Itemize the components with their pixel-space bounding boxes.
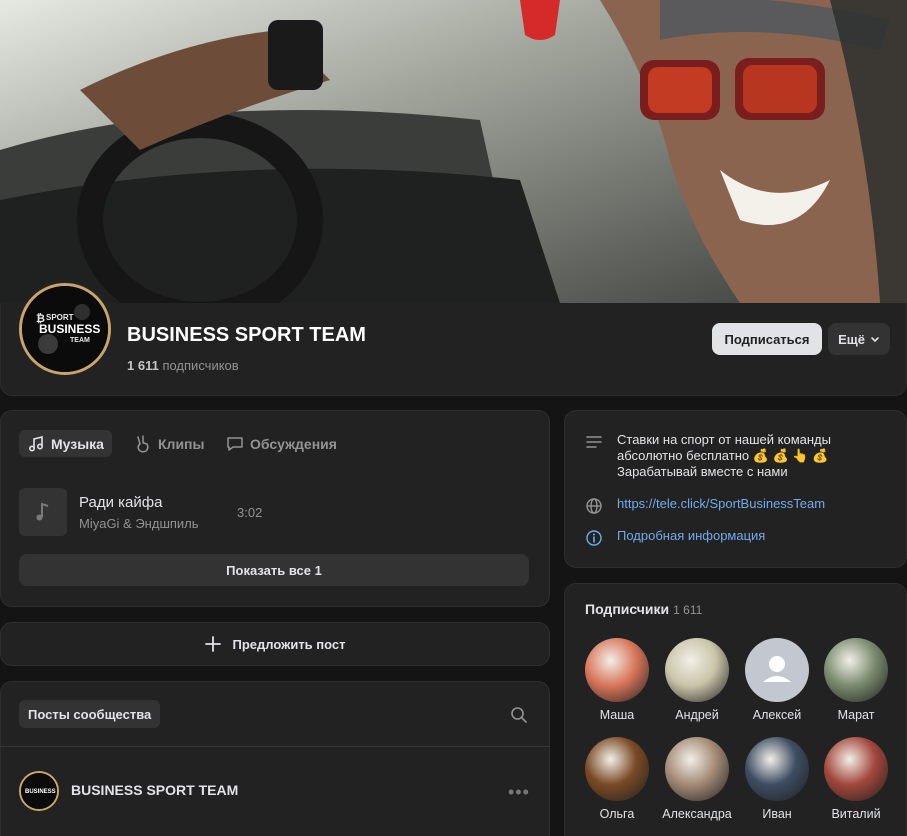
tab-discussions[interactable]: Обсуждения — [218, 430, 345, 457]
subscriber-name: Андрей — [675, 708, 719, 722]
search-icon — [511, 707, 527, 723]
cover-image — [0, 0, 907, 303]
divider — [0, 746, 550, 747]
subscriber-item[interactable]: Андрей — [657, 638, 737, 722]
posts-search-button[interactable] — [510, 706, 528, 729]
external-link[interactable]: https://tele.click/SportBusinessTeam — [617, 496, 825, 512]
track-title[interactable]: Ради кайфа — [79, 494, 162, 511]
plus-icon — [205, 636, 222, 652]
subscriber-item[interactable]: Ольга — [577, 737, 657, 821]
group-logo-icon: ₿ SPORT BUSINESS TEAM — [22, 286, 108, 372]
chat-bubble-icon — [227, 436, 243, 451]
subscriber-item[interactable]: Александра — [657, 737, 737, 821]
subscriber-avatar — [824, 638, 888, 702]
music-note-icon — [28, 435, 44, 452]
more-button[interactable]: Ещё — [828, 323, 890, 355]
subscriber-name: Алексей — [752, 708, 802, 722]
suggest-post-button[interactable]: Предложить пост — [0, 622, 550, 666]
svg-text:SPORT: SPORT — [46, 313, 74, 322]
cover-photo-illustration — [0, 0, 907, 303]
group-logo-icon: BUSINESS — [21, 773, 57, 809]
subscriber-item[interactable]: Маша — [577, 638, 657, 722]
subscriber-avatar — [745, 737, 809, 801]
subscriber-item[interactable]: Иван — [737, 737, 817, 821]
subscriber-avatar — [745, 638, 809, 702]
clips-hand-icon — [137, 434, 149, 453]
show-all-button[interactable]: Показать все 1 — [19, 554, 529, 586]
subscriber-item[interactable]: Алексей — [737, 638, 817, 722]
group-avatar[interactable]: ₿ SPORT BUSINESS TEAM — [19, 283, 111, 375]
globe-icon — [586, 498, 602, 514]
subscriber-name: Маша — [599, 708, 635, 722]
subscriber-name: Марат — [837, 708, 875, 722]
subscriber-avatar — [585, 737, 649, 801]
subscribers-word: подписчиков — [162, 358, 239, 373]
subscriber-name: Иван — [762, 807, 792, 821]
subscriber-avatar — [665, 638, 729, 702]
svg-text:TEAM: TEAM — [70, 337, 90, 344]
tab-discussions-label: Обсуждения — [250, 435, 337, 452]
post-author-name[interactable]: BUSINESS SPORT TEAM — [71, 782, 238, 798]
suggest-post-label: Предложить пост — [232, 636, 346, 652]
post-more-menu-icon[interactable]: ••• — [508, 782, 530, 803]
group-title: BUSINESS SPORT TEAM — [127, 324, 366, 346]
subscribers-count-value: 1 611 — [127, 358, 159, 373]
svg-text:BUSINESS: BUSINESS — [25, 789, 56, 795]
music-note-icon — [36, 502, 49, 521]
info-link-row: https://tele.click/SportBusinessTeam — [585, 496, 825, 515]
track-duration: 3:02 — [237, 505, 263, 520]
chevron-down-icon — [871, 337, 879, 343]
subscriber-name: Александра — [662, 807, 732, 821]
subscriber-item[interactable]: Марат — [816, 638, 896, 722]
subscriber-avatar — [585, 638, 649, 702]
more-button-label: Ещё — [838, 331, 865, 347]
subscriber-name: Виталий — [831, 807, 881, 821]
subscriber-avatar — [824, 737, 888, 801]
track-cover[interactable] — [19, 488, 67, 536]
details-link[interactable]: Подробная информация — [617, 528, 765, 544]
subscribers-title-label: Подписчики — [585, 601, 670, 617]
info-circle-icon — [586, 530, 602, 546]
subscriber-avatar — [665, 737, 729, 801]
info-description-line: абсолютно бесплатно 💰 💰 👆 💰 — [617, 448, 829, 463]
info-description-line: Ставки на спорт от нашей команды — [617, 432, 831, 447]
default-user-icon — [763, 656, 791, 682]
subscribers-title-count: 1 611 — [673, 603, 703, 617]
subscriber-item[interactable]: Виталий — [816, 737, 896, 821]
posts-filter-label[interactable]: Посты сообщества — [19, 700, 161, 728]
tab-music[interactable]: Музыка — [19, 430, 112, 457]
info-details-row[interactable]: Подробная информация — [585, 528, 765, 547]
subscribers-title[interactable]: Подписчики 1 611 — [585, 601, 702, 617]
text-lines-icon — [586, 436, 602, 448]
subscriber-name: Ольга — [599, 807, 635, 821]
info-description-row: Ставки на спорт от нашей команды абсолют… — [585, 432, 831, 480]
post-author-avatar[interactable]: BUSINESS — [19, 771, 59, 811]
tab-clips[interactable]: Клипы — [126, 430, 212, 457]
track-artist[interactable]: MiyaGi & Эндшпиль — [79, 516, 199, 531]
tab-music-label: Музыка — [51, 435, 104, 452]
svg-text:BUSINESS: BUSINESS — [39, 322, 100, 336]
tab-clips-label: Клипы — [158, 435, 205, 452]
info-description-line: Зарабатывай вместе с нами — [617, 464, 788, 479]
group-subscribers-count[interactable]: 1 611 подписчиков — [127, 358, 239, 373]
subscribe-button[interactable]: Подписаться — [712, 323, 822, 355]
